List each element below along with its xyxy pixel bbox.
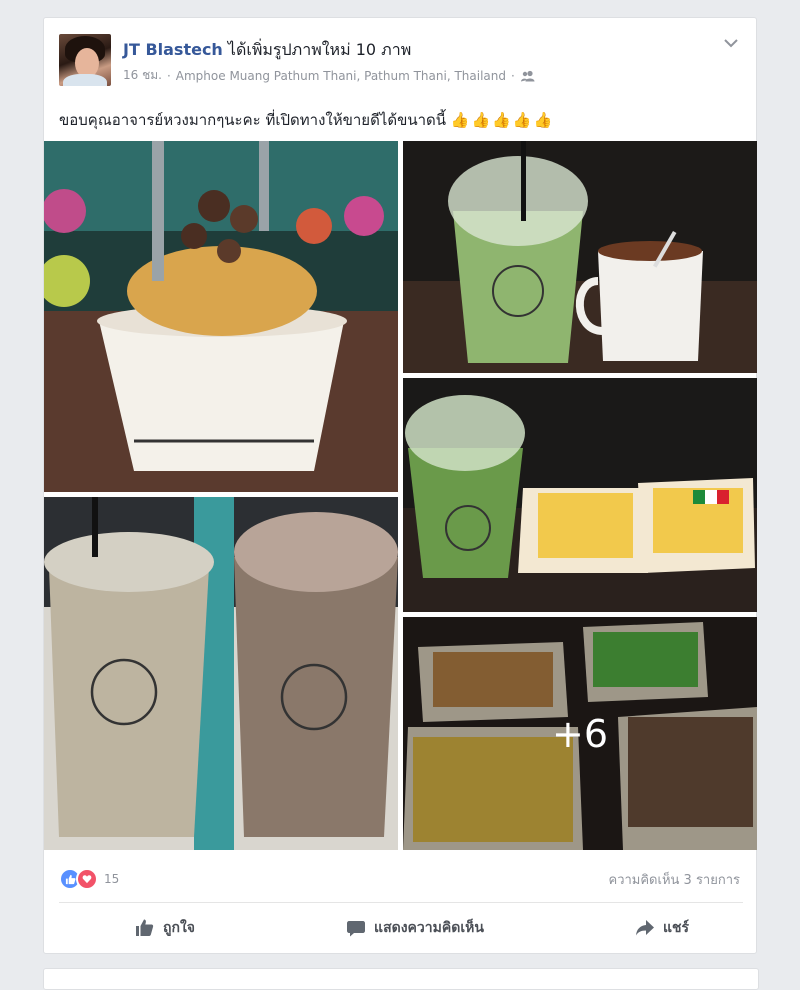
- photo-two-milkshakes[interactable]: [44, 497, 398, 850]
- next-post-card: [43, 968, 759, 990]
- photo-toast-platter-more[interactable]: +6: [403, 617, 757, 850]
- post-message-text: ขอบคุณอาจารย์หวงมากๆนะคะ ที่เปิดทางให้ขา…: [59, 111, 447, 129]
- post-meta: 16 ชม. · Amphoe Muang Pathum Thani, Path…: [123, 66, 536, 85]
- post-location-link[interactable]: Amphoe Muang Pathum Thani, Pathum Thani,…: [176, 69, 506, 83]
- like-button-label: ถูกใจ: [163, 920, 195, 936]
- comment-count-link[interactable]: ความคิดเห็น 3 รายการ: [609, 869, 741, 890]
- post-timestamp[interactable]: 16 ชม.: [123, 66, 162, 85]
- meta-separator-2: ·: [510, 68, 515, 83]
- love-reaction-icon: [76, 868, 98, 890]
- friends-icon[interactable]: [520, 70, 536, 82]
- post-action-text: ได้เพิ่มรูปภาพใหม่ 10 ภาพ: [227, 40, 412, 59]
- thumbs-up-emoji: 👍👍👍👍👍: [450, 111, 555, 129]
- action-divider: [59, 902, 743, 903]
- post-header-title: JT Blastech ได้เพิ่มรูปภาพใหม่ 10 ภาพ: [123, 38, 411, 63]
- avatar-shirt: [63, 74, 107, 86]
- comment-button[interactable]: แสดงความคิดเห็น: [276, 910, 554, 946]
- post-message: ขอบคุณอาจารย์หวงมากๆนะคะ ที่เปิดทางให้ขา…: [59, 108, 554, 132]
- photo-green-tea-and-coffee[interactable]: [403, 141, 757, 373]
- share-button-label: แชร์: [662, 920, 689, 936]
- thumbs-up-icon: [136, 919, 154, 936]
- author-avatar[interactable]: [59, 34, 111, 86]
- share-arrow-icon: [635, 920, 654, 936]
- more-photos-overlay[interactable]: +6: [403, 617, 757, 850]
- comment-icon: [347, 921, 366, 937]
- post-options-chevron-icon[interactable]: [720, 32, 742, 54]
- author-name-link[interactable]: JT Blastech: [123, 40, 223, 59]
- post-action-bar: ถูกใจ แสดงความคิดเห็น แชร์: [59, 910, 743, 946]
- comment-button-label: แสดงความคิดเห็น: [374, 920, 484, 936]
- photo-ice-cream-cup[interactable]: [44, 141, 398, 492]
- post-card: JT Blastech ได้เพิ่มรูปภาพใหม่ 10 ภาพ 16…: [43, 17, 757, 954]
- reaction-count: 15: [104, 872, 120, 886]
- reaction-summary[interactable]: 15: [59, 868, 119, 890]
- like-button[interactable]: ถูกใจ: [59, 910, 265, 946]
- meta-separator: ·: [166, 68, 171, 83]
- share-button[interactable]: แชร์: [565, 910, 743, 946]
- photo-green-drink-and-toasts[interactable]: [403, 378, 757, 612]
